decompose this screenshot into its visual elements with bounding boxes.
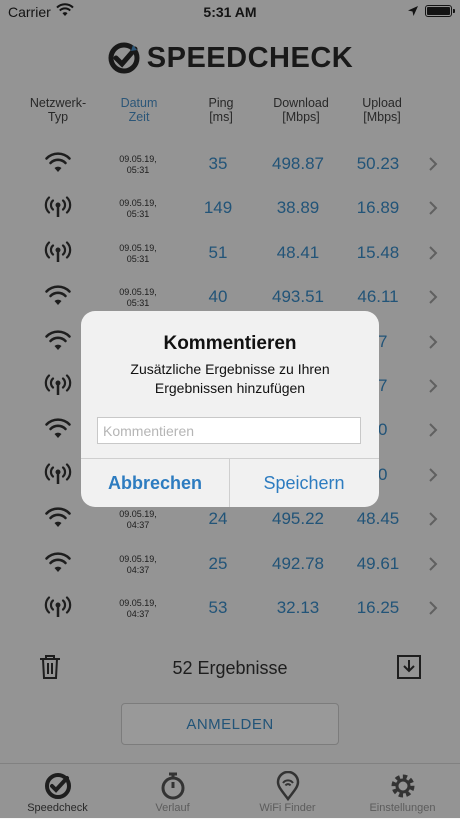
dialog-message: Zusätzliche Ergebnisse zu Ihren Ergebnis…	[130, 361, 330, 396]
dialog-title: Kommentieren	[163, 333, 297, 354]
comment-input[interactable]	[97, 417, 361, 444]
save-button[interactable]: Speichern	[230, 459, 378, 507]
cancel-button[interactable]: Abbrechen	[81, 459, 229, 507]
comment-dialog: Kommentieren Zusätzliche Ergebnisse zu I…	[81, 311, 379, 507]
